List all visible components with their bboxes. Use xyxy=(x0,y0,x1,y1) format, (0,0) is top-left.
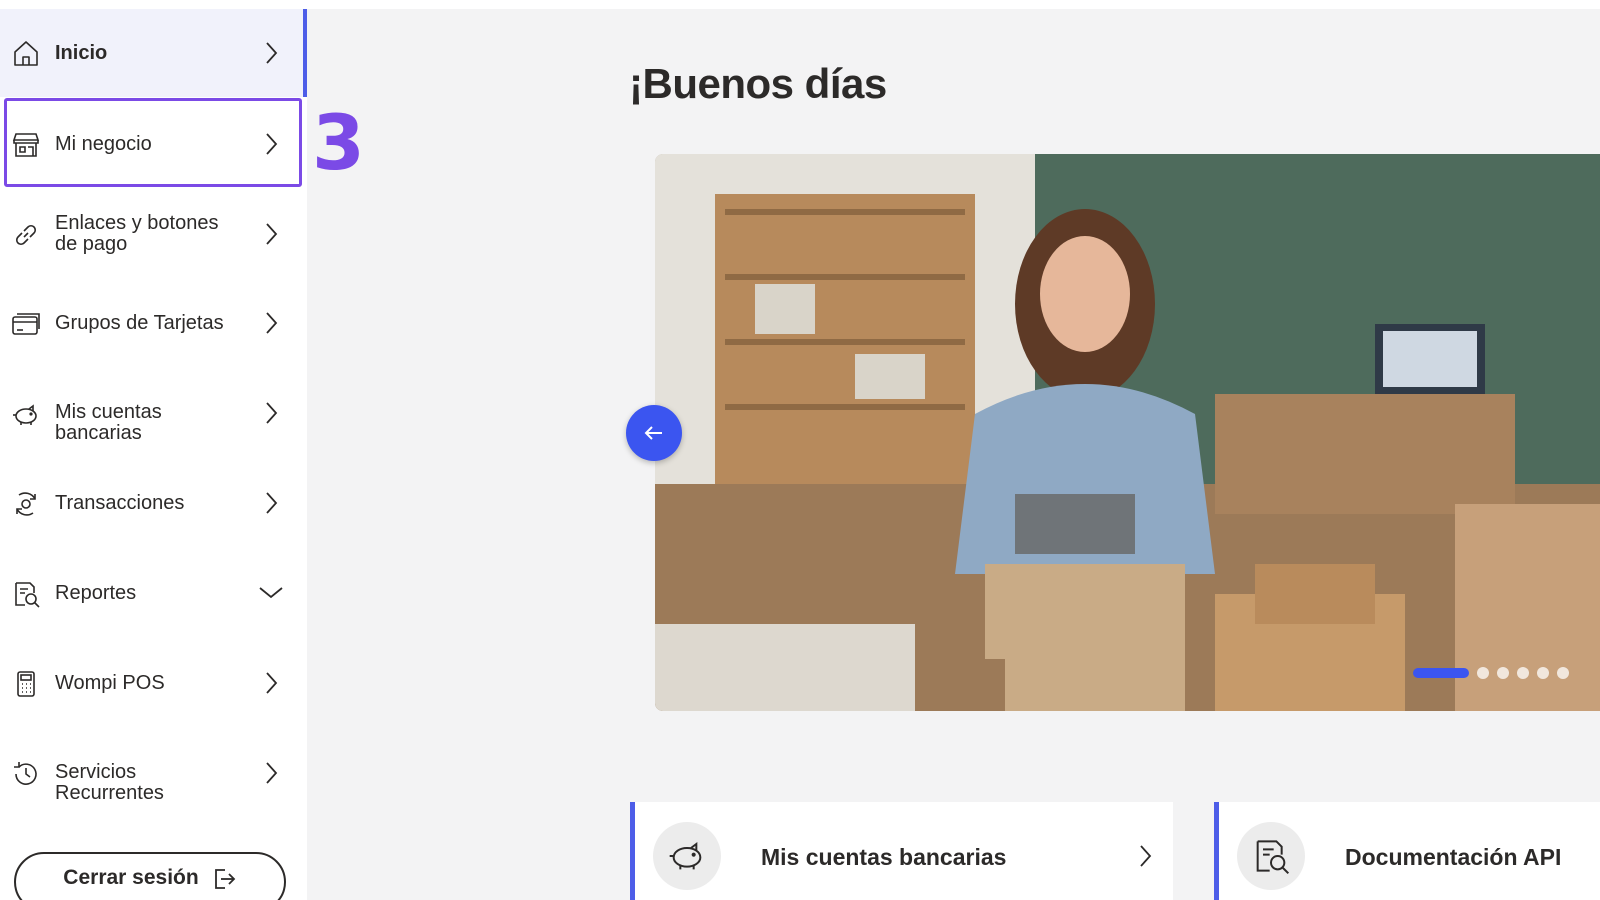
history-icon xyxy=(10,758,42,790)
piggy-bank-icon xyxy=(10,399,42,431)
sidebar-item-label: Wompi POS xyxy=(55,672,165,694)
card-title: Mis cuentas bancarias xyxy=(761,844,1007,870)
sidebar-item-cuentas-bancarias[interactable]: Mis cuentas bancarias xyxy=(0,369,307,457)
link-icon xyxy=(10,219,42,251)
top-bar xyxy=(0,0,1600,9)
card-icon xyxy=(10,308,42,340)
report-icon xyxy=(10,578,42,610)
sidebar-item-grupos-tarjetas[interactable]: Grupos de Tarjetas xyxy=(0,279,307,367)
sidebar-item-label: Enlaces y botones de pago xyxy=(55,212,219,255)
logout-label: Cerrar sesión xyxy=(63,866,199,889)
carousel-dot[interactable] xyxy=(1557,667,1569,679)
logout-button[interactable]: Cerrar sesión xyxy=(14,852,286,900)
card-documentacion-api[interactable]: Documentación API xyxy=(1214,802,1600,900)
carousel-prev-button[interactable] xyxy=(626,405,682,461)
card-title: Documentación API xyxy=(1345,844,1562,870)
carousel-dot[interactable] xyxy=(1517,667,1529,679)
sidebar-item-reportes[interactable]: Reportes xyxy=(0,549,307,637)
chevron-right-icon xyxy=(258,400,284,426)
chevron-down-icon xyxy=(258,580,284,606)
sidebar-item-inicio[interactable]: Inicio xyxy=(0,9,307,97)
annotation-step-number: 3 xyxy=(312,98,365,187)
sidebar-item-label: Servicios Recurrentes xyxy=(55,761,164,804)
carousel-dot[interactable] xyxy=(1497,667,1509,679)
sidebar-item-label: Inicio xyxy=(55,42,108,64)
card-mis-cuentas-bancarias[interactable]: Mis cuentas bancarias xyxy=(630,802,1173,900)
chevron-right-icon xyxy=(258,490,284,516)
carousel-dot[interactable] xyxy=(1537,667,1549,679)
sidebar-item-wompi-pos[interactable]: Wompi POS xyxy=(0,639,307,727)
sidebar-item-servicios-recurrentes[interactable]: Servicios Recurrentes xyxy=(0,729,307,817)
carousel-dot[interactable] xyxy=(1413,668,1469,678)
sidebar-item-label: Mis cuentas bancarias xyxy=(55,401,162,444)
chevron-right-icon xyxy=(258,310,284,336)
pos-icon xyxy=(10,668,42,700)
logout-icon xyxy=(211,866,237,897)
page-title: ¡Buenos días xyxy=(629,60,887,107)
sidebar-item-label: Grupos de Tarjetas xyxy=(55,312,224,334)
chevron-right-icon xyxy=(258,40,284,66)
carousel-banner-image xyxy=(655,154,1600,711)
report-icon xyxy=(1237,822,1305,890)
sidebar-item-label: Transacciones xyxy=(55,492,185,514)
sidebar-item-transacciones[interactable]: Transacciones xyxy=(0,459,307,547)
home-icon xyxy=(10,37,42,69)
carousel-dot[interactable] xyxy=(1477,667,1489,679)
chevron-right-icon xyxy=(258,221,284,247)
annotation-highlight-box xyxy=(4,98,302,187)
sidebar-item-label: Reportes xyxy=(55,582,137,604)
chevron-right-icon xyxy=(258,670,284,696)
sidebar-item-enlaces[interactable]: Enlaces y botones de pago xyxy=(0,189,307,277)
arrow-left-icon xyxy=(644,426,662,440)
chevron-right-icon xyxy=(1132,843,1158,869)
chevron-right-icon xyxy=(258,760,284,786)
transactions-icon xyxy=(10,488,42,520)
piggy-bank-icon xyxy=(653,822,721,890)
carousel-indicators xyxy=(1413,667,1569,679)
